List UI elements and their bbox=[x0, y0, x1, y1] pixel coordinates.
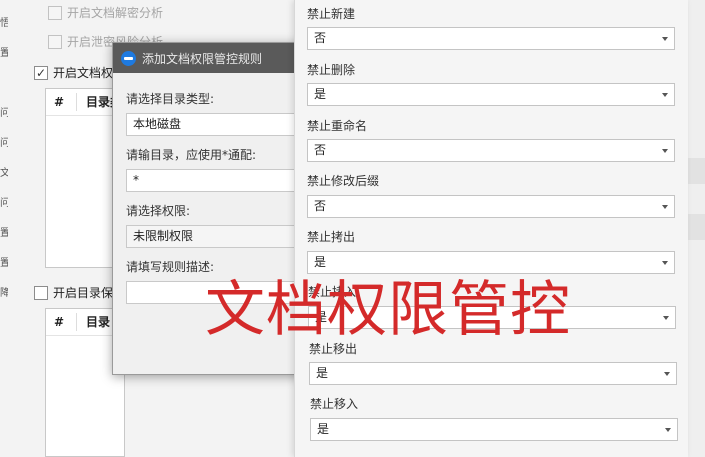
left-nav-fragment[interactable]: 置 bbox=[0, 224, 8, 239]
dir-protect-checkbox[interactable] bbox=[34, 285, 48, 300]
checkmark-icon: ✓ bbox=[35, 65, 47, 80]
left-nav-fragment[interactable]: 置 bbox=[0, 44, 8, 59]
forbid-rename-label: 禁止重命名 bbox=[307, 119, 368, 133]
left-nav-fragment[interactable]: 文 bbox=[0, 164, 8, 179]
decrypt-analysis-label: 开启文档解密分析 bbox=[67, 6, 164, 20]
dropdown-arrow-icon bbox=[662, 149, 668, 153]
dir-input-label: 请输目录，应使用*通配: bbox=[126, 148, 257, 162]
perm-label: 请选择权限: bbox=[126, 204, 191, 218]
dir-protect-label: 开启目录保 bbox=[53, 286, 114, 300]
forbid-move-in-value: 是 bbox=[317, 422, 330, 436]
table-header-index: # bbox=[54, 315, 65, 329]
desc-label: 请填写规则描述: bbox=[126, 260, 215, 274]
leak-risk-checkbox[interactable] bbox=[48, 34, 62, 49]
forbid-create-select[interactable]: 否 bbox=[307, 27, 675, 50]
forbid-create-value: 否 bbox=[314, 31, 327, 45]
dropdown-arrow-icon bbox=[662, 37, 668, 41]
left-nav-fragment[interactable]: 悟 bbox=[0, 14, 8, 29]
forbid-delete-value: 是 bbox=[314, 87, 327, 101]
table-header-dir: 目录 bbox=[86, 315, 111, 329]
table-header-index: # bbox=[54, 95, 65, 109]
forbid-move-in-label: 禁止移入 bbox=[310, 397, 359, 411]
dir-protect-option[interactable]: 开启目录保 bbox=[34, 284, 113, 301]
feature-caption-overlay: 文档权限管控 bbox=[205, 275, 571, 345]
doc-permission-option[interactable]: ✓ 开启文档权 bbox=[34, 64, 113, 81]
right-edge-strip bbox=[688, 0, 705, 457]
permission-settings-panel: 禁止新建 否 禁止删除 是 禁止重命名 否 禁止修改后缀 否 禁止拷出 是 禁止… bbox=[294, 0, 688, 457]
left-nav-fragment[interactable]: 问 bbox=[0, 194, 8, 209]
dropdown-arrow-icon bbox=[664, 372, 670, 376]
left-nav-fragment[interactable]: 置 bbox=[0, 254, 8, 269]
dropdown-arrow-icon bbox=[662, 93, 668, 97]
forbid-rename-value: 否 bbox=[314, 143, 327, 157]
left-nav-fragment[interactable]: 问 bbox=[0, 104, 8, 119]
left-nav-fragment[interactable]: 降 bbox=[0, 284, 8, 299]
forbid-ext-change-select[interactable]: 否 bbox=[307, 195, 675, 218]
row-highlight bbox=[688, 158, 705, 184]
forbid-copy-out-value: 是 bbox=[314, 255, 327, 269]
forbid-ext-change-value: 否 bbox=[314, 199, 327, 213]
forbid-create-label: 禁止新建 bbox=[307, 7, 356, 21]
column-divider bbox=[76, 93, 77, 111]
dropdown-arrow-icon bbox=[662, 261, 668, 265]
column-divider bbox=[76, 313, 77, 331]
decrypt-analysis-option[interactable]: 开启文档解密分析 bbox=[48, 4, 163, 21]
doc-permission-checkbox[interactable]: ✓ bbox=[34, 65, 48, 80]
forbid-delete-select[interactable]: 是 bbox=[307, 83, 675, 106]
forbid-move-out-select[interactable]: 是 bbox=[309, 362, 677, 385]
row-highlight bbox=[688, 214, 705, 240]
dir-type-label: 请选择目录类型: bbox=[126, 92, 215, 106]
left-nav-strip: 悟 置 问 问 文 问 置 置 降 bbox=[0, 0, 8, 457]
dropdown-arrow-icon bbox=[663, 316, 669, 320]
decrypt-analysis-checkbox[interactable] bbox=[48, 5, 62, 20]
forbid-delete-label: 禁止删除 bbox=[307, 63, 356, 77]
doc-permission-label: 开启文档权 bbox=[53, 66, 114, 80]
dialog-title-bar[interactable]: 添加文档权限管控规则 bbox=[113, 43, 311, 73]
dialog-title: 添加文档权限管控规则 bbox=[142, 51, 263, 66]
forbid-ext-change-label: 禁止修改后缀 bbox=[307, 174, 380, 188]
forbid-copy-out-label: 禁止拷出 bbox=[307, 230, 356, 244]
forbid-move-out-value: 是 bbox=[316, 366, 329, 380]
left-nav-fragment[interactable]: 问 bbox=[0, 134, 8, 149]
dropdown-arrow-icon bbox=[665, 428, 671, 432]
forbid-rename-select[interactable]: 否 bbox=[307, 139, 675, 162]
dropdown-arrow-icon bbox=[662, 205, 668, 209]
forbid-move-in-select[interactable]: 是 bbox=[310, 418, 678, 441]
app-logo-icon bbox=[121, 50, 136, 66]
